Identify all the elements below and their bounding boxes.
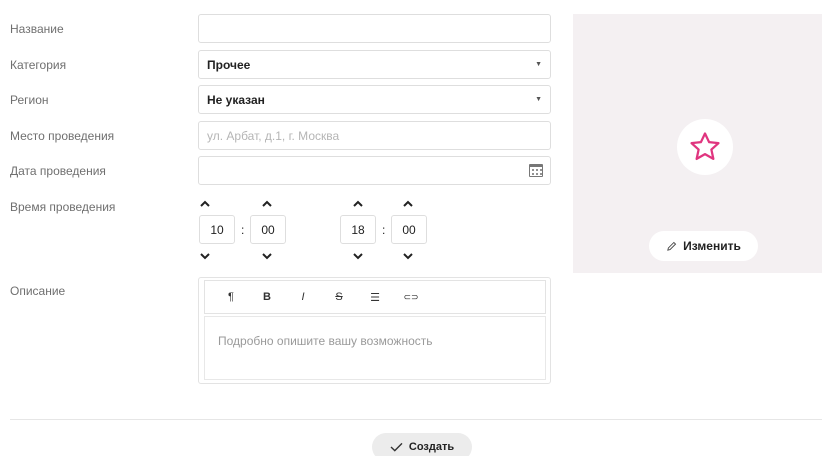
category-select[interactable]: Прочее ▼ xyxy=(198,50,551,79)
end-minutes-input[interactable]: 00 xyxy=(391,215,427,244)
description-editor: ¶ B I S ☰ ⊂⊃ Подробно опишите вашу возмо… xyxy=(198,277,551,384)
region-selected-value: Не указан xyxy=(207,92,265,107)
date-input[interactable] xyxy=(207,157,542,184)
chevron-down-icon xyxy=(353,252,363,259)
start-minutes-decrement[interactable] xyxy=(259,250,275,262)
image-panel: Изменить xyxy=(573,14,822,273)
end-minutes-increment[interactable] xyxy=(400,197,416,209)
chevron-down-icon xyxy=(200,252,210,259)
venue-input[interactable] xyxy=(207,122,542,149)
start-minutes-increment[interactable] xyxy=(259,197,275,209)
change-image-label: Изменить xyxy=(683,239,741,253)
description-label: Описание xyxy=(10,284,66,298)
end-hours-input[interactable]: 18 xyxy=(340,215,376,244)
paragraph-button[interactable]: ¶ xyxy=(213,283,249,311)
strikethrough-button[interactable]: S xyxy=(321,283,357,311)
calendar-icon[interactable] xyxy=(529,164,543,177)
bold-button[interactable]: B xyxy=(249,283,285,311)
name-label: Название xyxy=(10,22,64,36)
name-input[interactable] xyxy=(207,15,542,42)
chevron-up-icon xyxy=(353,200,363,207)
start-hours-decrement[interactable] xyxy=(197,250,213,262)
link-button[interactable]: ⊂⊃ xyxy=(393,283,429,311)
star-icon xyxy=(690,132,720,161)
venue-field[interactable] xyxy=(198,121,551,150)
date-label: Дата проведения xyxy=(10,164,106,178)
name-field[interactable] xyxy=(198,14,551,43)
venue-label: Место проведения xyxy=(10,129,115,143)
change-image-button[interactable]: Изменить xyxy=(649,231,758,261)
description-textarea[interactable]: Подробно опишите вашу возможность xyxy=(204,316,546,380)
caret-down-icon: ▼ xyxy=(535,61,542,68)
start-hours-input[interactable]: 10 xyxy=(199,215,235,244)
start-minutes-input[interactable]: 00 xyxy=(250,215,286,244)
italic-button[interactable]: I xyxy=(285,283,321,311)
chevron-up-icon xyxy=(262,200,272,207)
image-placeholder xyxy=(677,119,733,175)
editor-toolbar: ¶ B I S ☰ ⊂⊃ xyxy=(204,280,546,314)
end-hours-decrement[interactable] xyxy=(350,250,366,262)
end-hours-increment[interactable] xyxy=(350,197,366,209)
create-button-label: Создать xyxy=(408,441,455,453)
divider xyxy=(10,419,822,420)
region-select[interactable]: Не указан ▼ xyxy=(198,85,551,114)
list-button[interactable]: ☰ xyxy=(357,283,393,311)
caret-down-icon: ▼ xyxy=(535,96,542,103)
start-time-separator: : xyxy=(241,223,245,237)
check-icon xyxy=(390,442,403,452)
end-minutes-decrement[interactable] xyxy=(400,250,416,262)
chevron-up-icon xyxy=(200,200,210,207)
chevron-down-icon xyxy=(262,252,272,259)
category-label: Категория xyxy=(10,58,67,72)
create-button[interactable]: Создать xyxy=(372,433,472,456)
region-label: Регион xyxy=(10,93,49,107)
end-time-separator: : xyxy=(382,223,386,237)
chevron-down-icon xyxy=(403,252,413,259)
pencil-icon xyxy=(667,241,677,251)
category-selected-value: Прочее xyxy=(207,57,251,72)
chevron-up-icon xyxy=(403,200,413,207)
time-label: Время проведения xyxy=(10,200,116,214)
date-field[interactable] xyxy=(198,156,551,185)
start-hours-increment[interactable] xyxy=(197,197,213,209)
